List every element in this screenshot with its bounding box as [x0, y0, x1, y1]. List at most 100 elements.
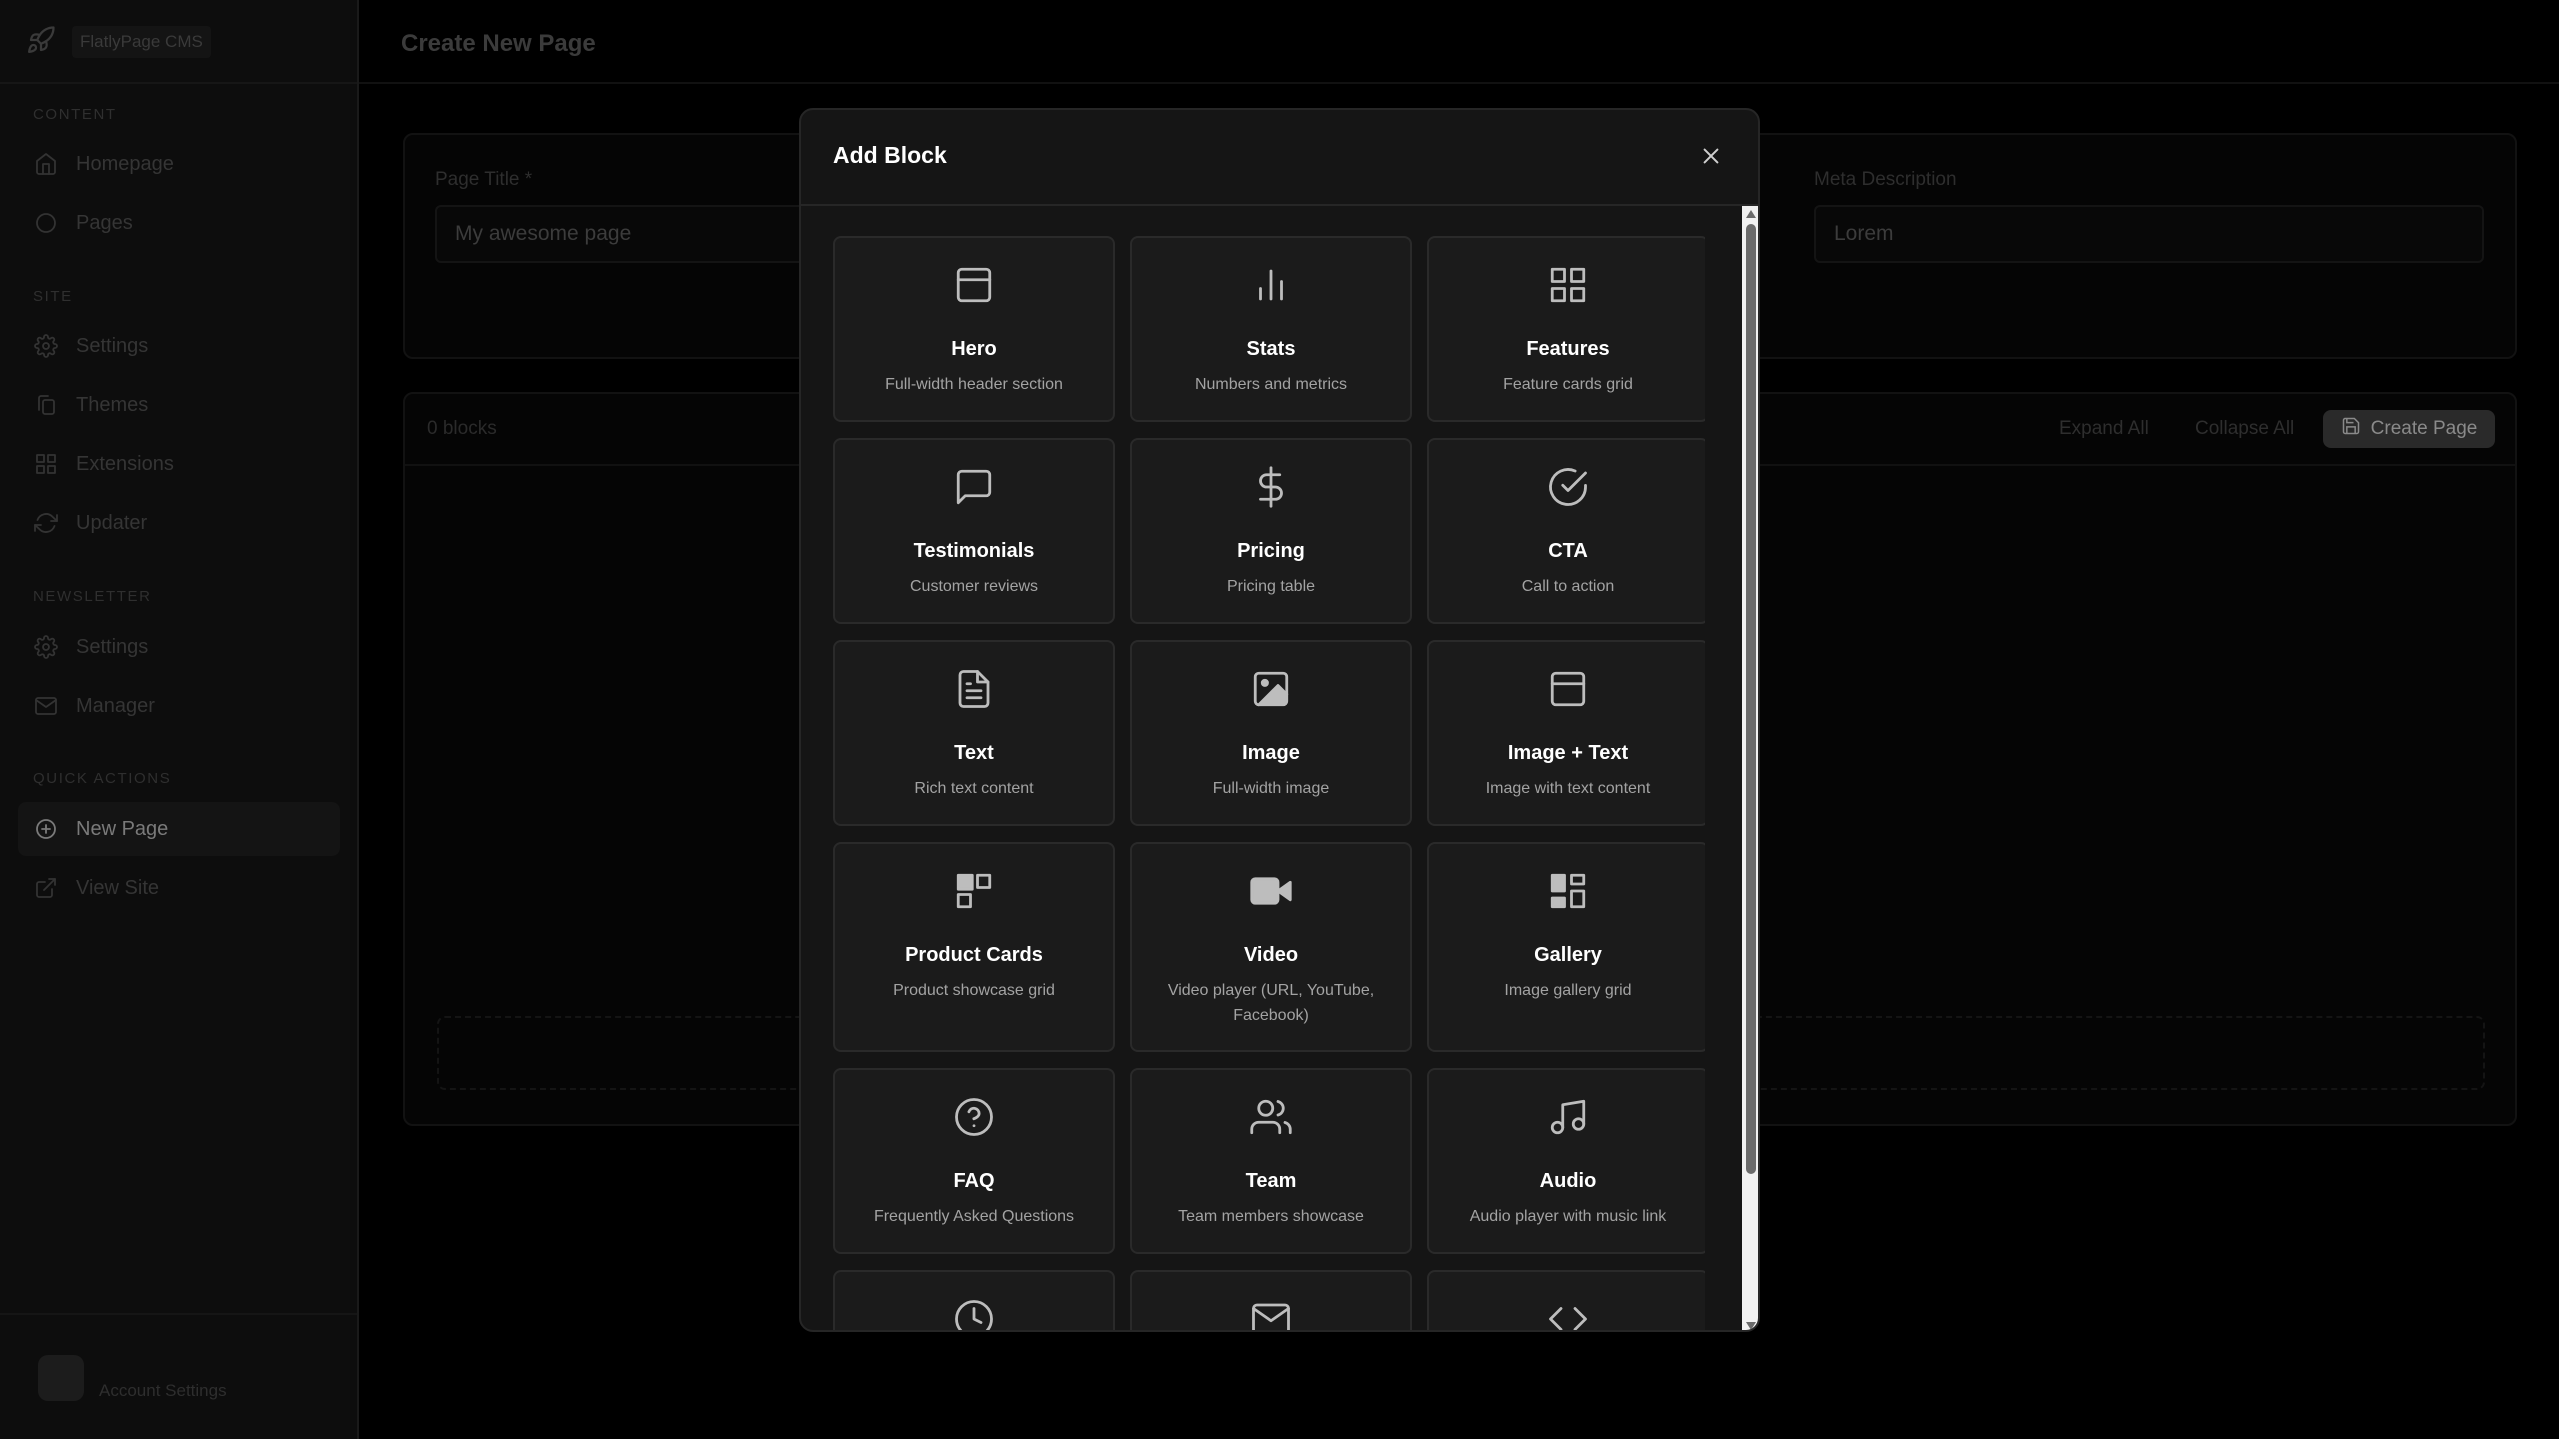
gear-icon: [34, 635, 58, 659]
sidebar-item-label: Updater: [76, 511, 148, 534]
block-option-cta[interactable]: CTA Call to action: [1427, 438, 1705, 624]
block-option-features[interactable]: Features Feature cards grid: [1427, 236, 1705, 422]
sidebar-item-label: New Page: [76, 817, 169, 840]
block-desc: Audio player with music link: [1469, 1208, 1667, 1225]
collapse-all-button[interactable]: Collapse All: [2195, 418, 2294, 440]
modal-scrollbar[interactable]: [1742, 206, 1758, 1330]
music-icon: [1429, 1096, 1705, 1142]
block-desc: Customer reviews: [909, 578, 1039, 595]
block-title: Stats: [1246, 338, 1296, 360]
block-desc: Call to action: [1521, 578, 1615, 595]
block-title: Video: [1243, 944, 1299, 966]
block-title: Hero: [951, 338, 997, 360]
sidebar-item-label: Pages: [76, 211, 133, 234]
close-button[interactable]: [1697, 144, 1725, 172]
nav-section-newsletter: NEWSLETTER: [33, 588, 152, 605]
sidebar-item-label: Manager: [76, 694, 155, 717]
block-desc: Image with text content: [1485, 780, 1651, 797]
sidebar: FlatlyPage CMS CONTENT Homepage Pages SI…: [0, 0, 359, 1439]
block-title: CTA: [1548, 540, 1588, 562]
meta-description-label: Meta Description: [1814, 169, 1957, 190]
file-text-icon: [835, 668, 1113, 714]
sidebar-item-view-site[interactable]: View Site: [18, 861, 340, 915]
sidebar-item-label: Themes: [76, 393, 149, 416]
block-desc: Rich text content: [914, 780, 1034, 797]
create-page-button[interactable]: Create Page: [2323, 410, 2495, 448]
save-icon: [2341, 416, 2371, 442]
divider: [0, 1313, 357, 1315]
sidebar-item-manager[interactable]: Manager: [18, 679, 340, 733]
block-option-product-cards[interactable]: Product Cards Product showcase grid: [833, 842, 1115, 1052]
grid-icon: [1429, 264, 1705, 310]
block-desc: Pricing table: [1226, 578, 1316, 595]
nav-section-quick-actions: QUICK ACTIONS: [33, 770, 172, 787]
sidebar-item-label: Settings: [76, 635, 149, 658]
block-option-video[interactable]: Video Video player (URL, YouTube, Facebo…: [1130, 842, 1412, 1052]
account-settings-link[interactable]: Account Settings: [99, 1381, 227, 1401]
mail-icon: [1132, 1298, 1410, 1330]
block-title: Image: [1242, 742, 1300, 764]
help-circle-icon: [835, 1096, 1113, 1142]
scroll-thumb[interactable]: [1746, 224, 1756, 1174]
sidebar-item-themes[interactable]: Themes: [18, 378, 340, 432]
block-option-image[interactable]: Image Full-width image: [1130, 640, 1412, 826]
block-option-image-text[interactable]: Image + Text Image with text content: [1427, 640, 1705, 826]
sidebar-item-updater[interactable]: Updater: [18, 496, 340, 550]
clock-icon: [835, 1298, 1113, 1330]
scroll-up-icon[interactable]: [1746, 210, 1756, 218]
meta-description-input[interactable]: Lorem: [1814, 205, 2484, 263]
block-desc: Numbers and metrics: [1194, 376, 1348, 393]
block-option-gallery[interactable]: Gallery Image gallery grid: [1427, 842, 1705, 1052]
block-desc: Frequently Asked Questions: [873, 1208, 1075, 1225]
layout-icon: [1429, 668, 1705, 714]
sidebar-item-pages[interactable]: Pages: [18, 196, 340, 250]
add-block-modal: Add Block Hero Full-width header section…: [799, 108, 1760, 1332]
block-option-faq[interactable]: FAQ Frequently Asked Questions: [833, 1068, 1115, 1254]
block-title: Features: [1526, 338, 1610, 360]
home-icon: [34, 152, 58, 176]
brand[interactable]: FlatlyPage CMS: [26, 24, 211, 60]
create-page-label: Create Page: [2370, 418, 2478, 439]
message-square-icon: [835, 466, 1113, 512]
block-option-testimonials[interactable]: Testimonials Customer reviews: [833, 438, 1115, 624]
bar-chart-icon: [1132, 264, 1410, 310]
block-title: Testimonials: [913, 540, 1035, 562]
video-icon: [1132, 870, 1410, 916]
block-title: Team: [1245, 1170, 1297, 1192]
close-icon: [1700, 145, 1722, 172]
refresh-icon: [34, 511, 58, 535]
sidebar-item-site-settings[interactable]: Settings: [18, 319, 340, 373]
users-icon: [1132, 1096, 1410, 1142]
expand-all-button[interactable]: Expand All: [2059, 418, 2149, 440]
block-title: Text: [954, 742, 994, 764]
image-icon: [1132, 668, 1410, 714]
block-desc: Video player (URL, YouTube, Facebook): [1167, 982, 1375, 1024]
block-grid: Hero Full-width header section Stats Num…: [833, 236, 1705, 1330]
dollar-icon: [1132, 466, 1410, 512]
block-option-newsletter[interactable]: [1130, 1270, 1412, 1330]
gear-icon: [34, 334, 58, 358]
block-option-code[interactable]: [1427, 1270, 1705, 1330]
block-option-pricing[interactable]: Pricing Pricing table: [1130, 438, 1412, 624]
check-circle-icon: [1429, 466, 1705, 512]
sidebar-item-homepage[interactable]: Homepage: [18, 137, 340, 191]
block-option-audio[interactable]: Audio Audio player with music link: [1427, 1068, 1705, 1254]
dashboard-icon: [1429, 870, 1705, 916]
block-option-text[interactable]: Text Rich text content: [833, 640, 1115, 826]
sidebar-item-extensions[interactable]: Extensions: [18, 437, 340, 491]
grid-icon: [34, 452, 58, 476]
brand-name: FlatlyPage CMS: [72, 26, 211, 58]
sidebar-item-new-page[interactable]: New Page: [18, 802, 340, 856]
block-option-countdown[interactable]: [833, 1270, 1115, 1330]
code-icon: [1429, 1298, 1705, 1330]
block-option-hero[interactable]: Hero Full-width header section: [833, 236, 1115, 422]
copy-icon: [34, 393, 58, 417]
block-option-team[interactable]: Team Team members showcase: [1130, 1068, 1412, 1254]
plus-circle-icon: [34, 817, 58, 841]
sidebar-item-label: Homepage: [76, 152, 174, 175]
block-title: Pricing: [1237, 540, 1305, 562]
block-option-stats[interactable]: Stats Numbers and metrics: [1130, 236, 1412, 422]
avatar[interactable]: [38, 1355, 84, 1401]
scroll-down-icon[interactable]: [1746, 1322, 1756, 1330]
sidebar-item-newsletter-settings[interactable]: Settings: [18, 620, 340, 674]
